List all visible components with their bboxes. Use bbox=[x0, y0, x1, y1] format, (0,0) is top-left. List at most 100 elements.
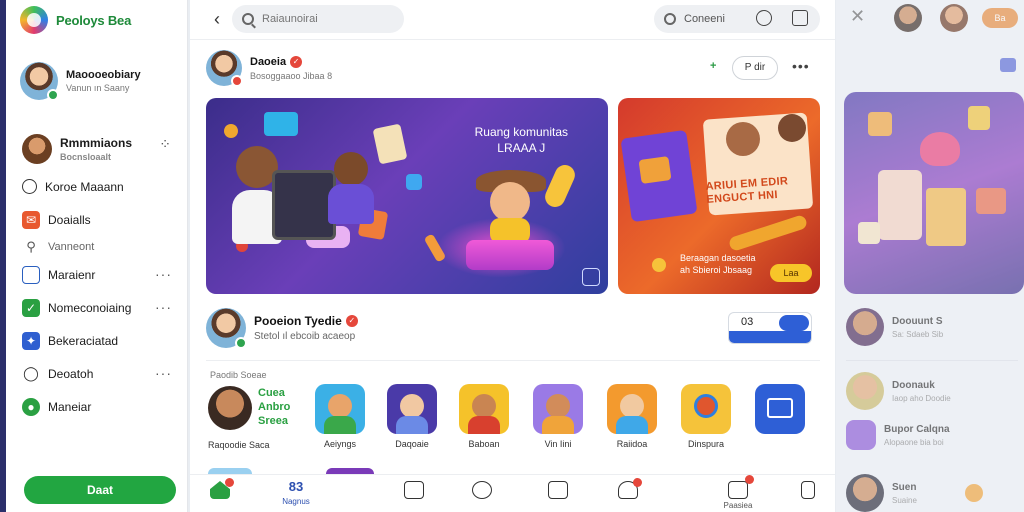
active-tab-number: 83 bbox=[288, 479, 304, 494]
body-icon bbox=[396, 416, 428, 434]
search-input[interactable] bbox=[262, 13, 392, 25]
search-bar[interactable] bbox=[232, 5, 404, 33]
promo-banner[interactable]: ARIUI EM EDIR ENGUCT HNI Beraagan dasoet… bbox=[618, 98, 820, 294]
counter-value: 03 bbox=[741, 316, 754, 328]
panel-item-name: Suen bbox=[892, 481, 917, 493]
tile-image bbox=[681, 384, 731, 434]
panel-list-item[interactable]: Bupor Calqna Alopaone bia boi bbox=[846, 420, 950, 450]
add-icon[interactable]: + bbox=[710, 60, 716, 72]
sidebar-item-label: Nomeconoiaing bbox=[48, 300, 132, 315]
tile-2[interactable]: Baboan bbox=[458, 384, 510, 449]
person-card-icon bbox=[878, 170, 922, 240]
panel-list-item[interactable]: Suen Suaine bbox=[846, 474, 983, 512]
sidebar-item-3[interactable]: ⚲ Vanneont bbox=[22, 236, 178, 258]
book-icon bbox=[926, 188, 966, 246]
tile-5[interactable]: Dinspura bbox=[680, 384, 732, 449]
avatar[interactable] bbox=[206, 308, 247, 349]
featured-line: Sreea bbox=[258, 415, 288, 427]
grid-icon[interactable]: ⁘ bbox=[159, 136, 172, 153]
nav-pages[interactable]: Paasiea bbox=[718, 475, 758, 510]
nav-bookmark[interactable] bbox=[788, 481, 828, 499]
feature-banner[interactable]: Ruang komunitas LRAAA J bbox=[206, 98, 608, 294]
chair-icon bbox=[638, 156, 672, 184]
tile-0[interactable]: Aeiyngs bbox=[314, 384, 366, 449]
sidebar-item-label: Maraienr bbox=[48, 267, 96, 282]
tile-label: Dinspura bbox=[687, 439, 725, 449]
bookmark-icon bbox=[801, 481, 815, 499]
photo-icon bbox=[372, 123, 408, 165]
verified-icon: ✓ bbox=[290, 55, 303, 68]
tile-1[interactable]: Daqoaie bbox=[386, 384, 438, 449]
more-icon[interactable]: ··· bbox=[155, 299, 172, 315]
more-icon[interactable]: ··· bbox=[155, 266, 172, 282]
nav-profile[interactable] bbox=[608, 478, 648, 499]
banner-title-line: Ruang komunitas bbox=[474, 125, 568, 139]
coin-icon[interactable] bbox=[964, 484, 983, 502]
expand-icon[interactable] bbox=[792, 10, 808, 26]
tile-6[interactable] bbox=[754, 384, 806, 439]
brand[interactable]: Peoloys Bea bbox=[20, 6, 131, 34]
heart-icon bbox=[920, 132, 960, 166]
compass-icon bbox=[472, 481, 492, 499]
person-icon bbox=[726, 122, 760, 156]
shield-icon: ● bbox=[22, 397, 40, 416]
user-profile[interactable]: Maoooeobiary Vanun ın Saany bbox=[20, 62, 141, 101]
online-status-icon bbox=[235, 337, 247, 349]
avatar bbox=[208, 386, 252, 430]
sidebar-item-4[interactable]: Maraienr ··· bbox=[22, 258, 178, 291]
nav-explore[interactable] bbox=[462, 481, 502, 499]
back-icon[interactable]: ‹ bbox=[206, 8, 228, 30]
nav-media[interactable] bbox=[538, 481, 578, 499]
tile-4[interactable]: Raiidoa bbox=[606, 384, 658, 449]
post-author[interactable]: Pooeion Tyedie bbox=[254, 314, 342, 328]
mascot-icon bbox=[490, 182, 530, 222]
pedestal-icon bbox=[466, 240, 554, 270]
avatar[interactable] bbox=[206, 50, 243, 87]
edit-icon bbox=[404, 481, 424, 499]
panel-list-item[interactable]: Doouunt S Sa: Sdaeb Sib bbox=[846, 308, 943, 346]
tile-image bbox=[755, 384, 805, 434]
compass-icon[interactable] bbox=[756, 10, 772, 26]
close-icon[interactable]: ✕ bbox=[850, 6, 865, 27]
nav-edit[interactable] bbox=[394, 481, 434, 499]
divider bbox=[206, 360, 820, 361]
promo-chip-button[interactable]: Laa bbox=[770, 264, 812, 282]
follow-button[interactable]: P dir bbox=[732, 56, 778, 80]
share-icon[interactable] bbox=[582, 268, 600, 286]
more-icon[interactable]: ··· bbox=[155, 365, 172, 381]
post-author[interactable]: Daoeia bbox=[250, 56, 286, 68]
panel-hero-image[interactable] bbox=[844, 92, 1024, 294]
nav-home[interactable] bbox=[200, 478, 240, 499]
panel-list-item[interactable]: Doonauk Iaop aho Doodie bbox=[846, 372, 951, 410]
more-icon[interactable]: ••• bbox=[792, 58, 810, 74]
app-name: Peoloys Bea bbox=[56, 12, 132, 28]
panel-item-name: Bupor Calqna bbox=[884, 423, 950, 435]
clock-icon bbox=[22, 179, 37, 194]
body-icon bbox=[542, 416, 574, 434]
primary-action-button[interactable]: Daat bbox=[24, 476, 176, 504]
tile-3[interactable]: Vin Iini bbox=[532, 384, 584, 449]
reaction-counter[interactable]: 03 bbox=[728, 312, 812, 344]
nav-active-tab[interactable]: 83 Nagnus bbox=[276, 479, 316, 506]
banner-title-line: LRAAA J bbox=[497, 141, 546, 155]
avatar[interactable] bbox=[894, 4, 922, 32]
calendar-icon bbox=[22, 265, 40, 284]
sidebar-item-7[interactable]: ◯ Deoatoh ··· bbox=[22, 357, 178, 390]
avatar[interactable] bbox=[940, 4, 968, 32]
sidebar-item-5[interactable]: ✓ Nomeconoiaing ··· bbox=[22, 291, 178, 324]
tile-label: Aeiyngs bbox=[323, 439, 357, 449]
star-icon bbox=[224, 124, 238, 138]
sidebar-item-6[interactable]: ✦ Bekeraciatad bbox=[22, 324, 178, 357]
banner-title: Ruang komunitas LRAAA J bbox=[475, 124, 568, 156]
sidebar-item-1[interactable]: Koroe Maaann bbox=[22, 170, 178, 203]
online-status-icon bbox=[47, 89, 59, 101]
pages-icon bbox=[728, 481, 748, 499]
home-icon[interactable] bbox=[1000, 58, 1016, 72]
secondary-search-label: Coneeni bbox=[684, 13, 725, 25]
sidebar-item-communities[interactable]: Rmmmiaons Bocnsloaalt ⁘ bbox=[22, 128, 178, 170]
sticker-icon bbox=[968, 106, 990, 130]
left-sidebar: Peoloys Bea Maoooeobiary Vanun ın Saany … bbox=[0, 0, 188, 512]
status-badge[interactable]: Ba bbox=[982, 8, 1018, 28]
sidebar-item-8[interactable]: ● Maneiar bbox=[22, 390, 178, 423]
sidebar-item-2[interactable]: ✉ Doaialls bbox=[22, 203, 178, 236]
